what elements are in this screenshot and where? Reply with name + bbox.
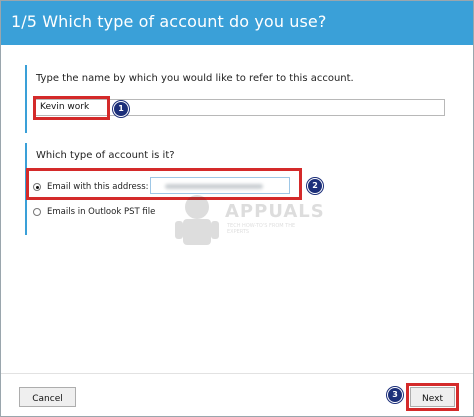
annotation-box-1 [33, 96, 110, 120]
account-type-prompt: Which type of account is it? [36, 150, 175, 161]
annotation-badge-1: 1 [113, 101, 129, 117]
cancel-button[interactable]: Cancel [19, 387, 76, 407]
watermark-subtext: TECH HOW-TO'S FROM THE EXPERTS [227, 223, 296, 235]
radio-outlook-pst[interactable]: Emails in Outlook PST file [33, 207, 155, 217]
wizard-title-bar: 1/5 Which type of account do you use? [1, 1, 473, 45]
wizard-footer: Cancel Next 3 [1, 373, 473, 416]
radio-pst-label: Emails in Outlook PST file [47, 207, 156, 217]
wizard-title: 1/5 Which type of account do you use? [11, 12, 327, 31]
appuals-watermark: APPUALS TECH HOW-TO'S FROM THE EXPERTS [169, 191, 324, 251]
annotation-box-3 [406, 383, 459, 411]
annotation-badge-3: 3 [387, 387, 403, 403]
mascot-icon [175, 195, 219, 245]
account-name-prompt: Type the name by which you would like to… [36, 73, 354, 84]
watermark-text: APPUALS [225, 201, 325, 222]
radio-button-pst[interactable] [33, 208, 41, 216]
account-wizard-window: 1/5 Which type of account do you use? Ty… [0, 0, 474, 417]
